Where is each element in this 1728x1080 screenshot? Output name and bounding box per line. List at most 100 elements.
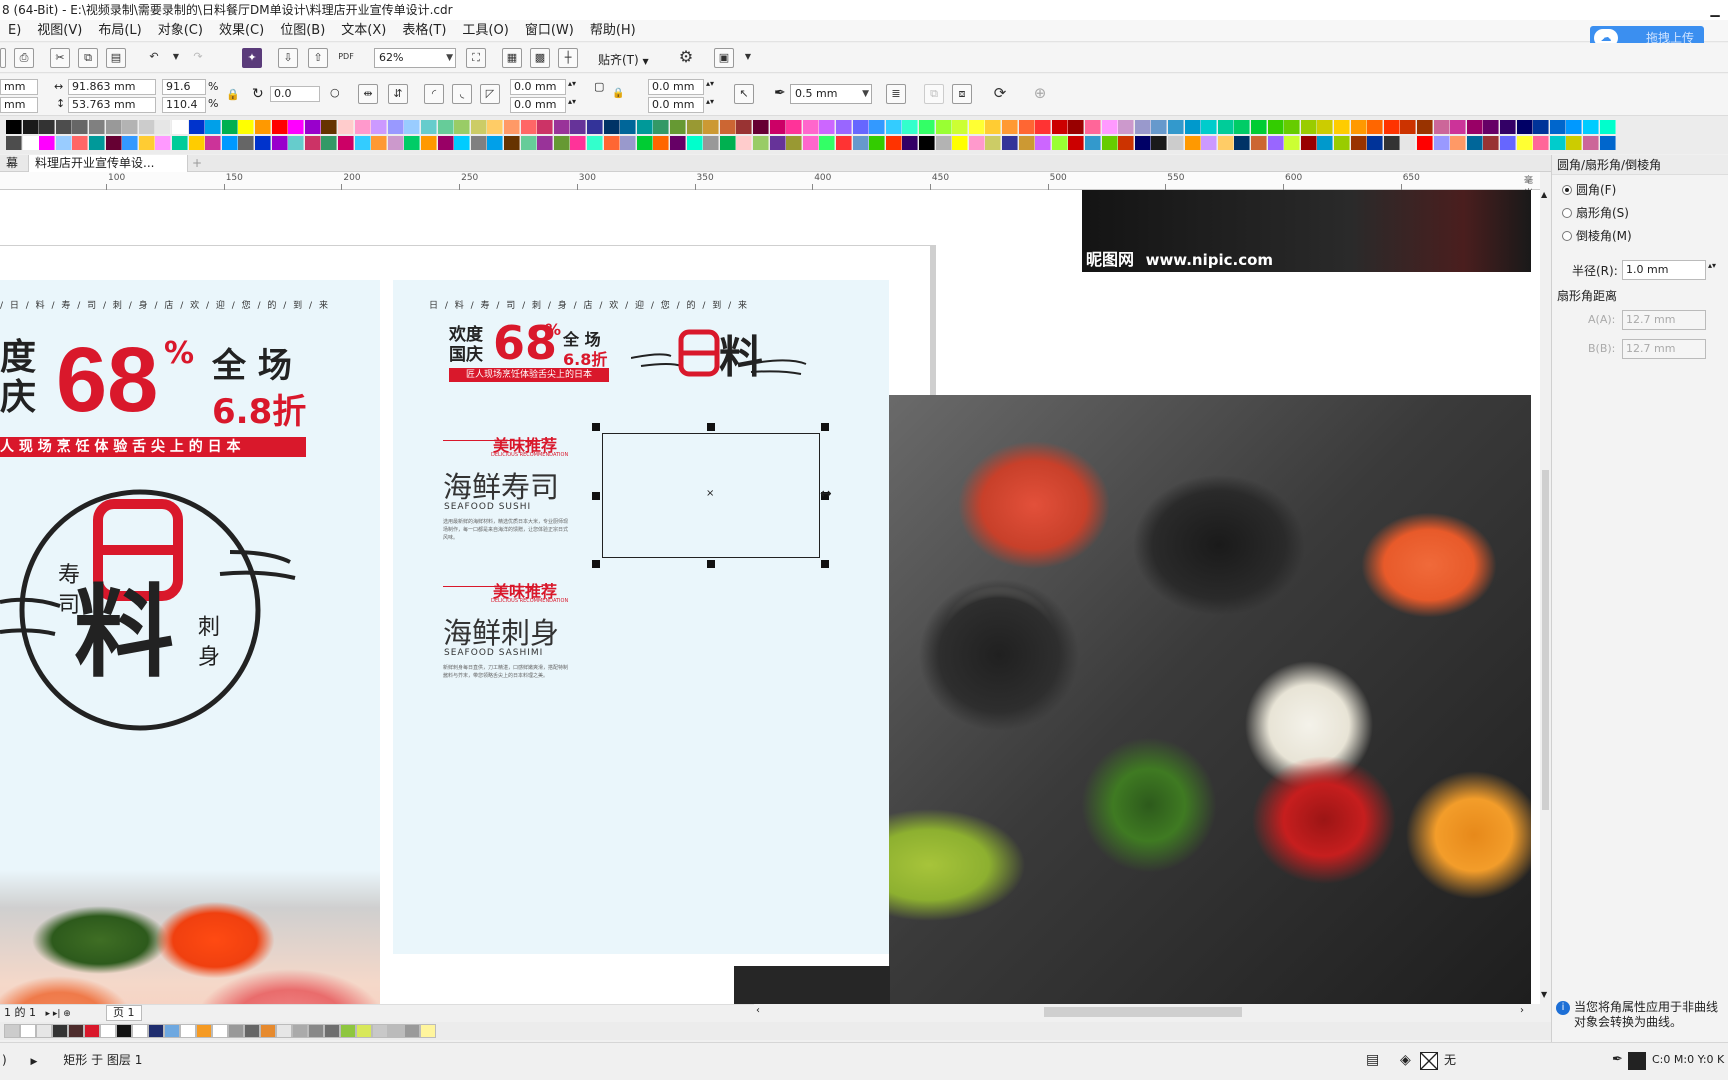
color-swatch[interactable] <box>421 136 437 150</box>
object-height-field[interactable]: 53.763 mm <box>68 97 156 113</box>
color-swatch[interactable] <box>520 136 537 150</box>
object-width-field[interactable]: 91.863 mm <box>68 79 156 95</box>
color-swatch[interactable] <box>89 136 105 150</box>
color-swatch[interactable] <box>603 136 620 150</box>
color-swatch[interactable] <box>1085 136 1101 150</box>
color-swatch[interactable] <box>354 120 371 134</box>
color-swatch[interactable] <box>902 136 919 150</box>
color-swatch[interactable] <box>1500 120 1516 134</box>
print-icon[interactable]: ⎙ <box>14 48 34 68</box>
color-swatch[interactable] <box>255 136 271 150</box>
spin-icon[interactable]: ▴▾ <box>706 79 714 88</box>
color-swatch[interactable] <box>1168 136 1184 150</box>
color-swatch[interactable] <box>1134 120 1151 134</box>
color-swatch[interactable] <box>1251 136 1267 150</box>
color-swatch[interactable] <box>1251 120 1267 134</box>
color-swatch[interactable] <box>786 120 803 134</box>
horizontal-ruler[interactable]: 100150200250300350400450500550600650毫米 <box>0 172 1540 199</box>
menu-object[interactable]: 对象(C) <box>150 20 211 42</box>
scale-x-field[interactable]: 91.6 <box>162 79 206 95</box>
scallop-corner-icon[interactable]: ◟ <box>452 84 472 104</box>
color-swatch[interactable] <box>454 120 471 134</box>
color-swatch[interactable] <box>437 120 454 134</box>
document-color-swatch[interactable] <box>4 1024 20 1038</box>
document-color-swatch[interactable] <box>276 1024 292 1038</box>
color-swatch[interactable] <box>1350 136 1367 150</box>
document-color-swatch[interactable] <box>20 1024 36 1038</box>
color-swatch[interactable] <box>736 120 753 134</box>
color-swatch[interactable] <box>1234 120 1251 134</box>
color-swatch[interactable] <box>1051 120 1068 134</box>
page-nav-arrows-icon[interactable]: ▸ ▸| ⊕ <box>46 1009 71 1019</box>
color-swatch[interactable] <box>1450 136 1467 150</box>
document-color-swatch[interactable] <box>116 1024 132 1038</box>
distance-b-input[interactable]: 12.7 mm <box>1622 339 1706 359</box>
color-swatch[interactable] <box>520 120 537 134</box>
color-swatch[interactable] <box>1566 120 1583 134</box>
color-swatch[interactable] <box>1101 136 1118 150</box>
window-minimize-icon[interactable]: ▁ <box>1708 0 1722 20</box>
color-swatch[interactable] <box>1300 136 1317 150</box>
color-swatch[interactable] <box>620 136 637 150</box>
color-swatch[interactable] <box>753 136 769 150</box>
color-swatch[interactable] <box>1002 136 1018 150</box>
corner-radius-bottom-left[interactable]: 0.0 mm <box>510 97 566 113</box>
lock-corners-icon[interactable]: 🔒 <box>612 88 624 99</box>
color-swatch[interactable] <box>703 136 720 150</box>
color-swatch[interactable] <box>387 120 404 134</box>
color-swatch[interactable] <box>852 120 869 134</box>
color-swatch[interactable] <box>304 120 321 134</box>
color-swatch[interactable] <box>437 136 454 150</box>
color-swatch[interactable] <box>1300 120 1317 134</box>
menu-layout[interactable]: 布局(L) <box>90 20 149 42</box>
color-swatch[interactable] <box>537 120 554 134</box>
radio-chamfer[interactable]: 倒棱角(M) <box>1562 227 1632 244</box>
color-swatch[interactable] <box>836 136 852 150</box>
document-color-swatch[interactable] <box>84 1024 100 1038</box>
menu-bitmaps[interactable]: 位图(B) <box>272 20 333 42</box>
color-swatch[interactable] <box>1334 120 1350 134</box>
color-swatch[interactable] <box>819 136 836 150</box>
color-swatch[interactable] <box>985 136 1002 150</box>
spin-icon[interactable]: ▴▾ <box>568 97 576 106</box>
color-swatch[interactable] <box>487 120 504 134</box>
page-tab[interactable]: 页 1 <box>106 1005 142 1021</box>
mirror-horizontal-icon[interactable]: ⇹ <box>358 84 378 104</box>
color-swatch[interactable] <box>39 120 56 134</box>
color-swatch[interactable] <box>636 136 653 150</box>
vertical-scroll-thumb[interactable] <box>1542 470 1549 810</box>
document-color-swatch[interactable] <box>324 1024 340 1038</box>
color-swatch[interactable] <box>1051 136 1068 150</box>
color-swatch[interactable] <box>769 136 786 150</box>
color-swatch[interactable] <box>321 136 338 150</box>
spin-icon[interactable]: ▴▾ <box>1708 261 1716 270</box>
color-swatch[interactable] <box>719 120 736 134</box>
outline-pen-icon[interactable]: ✒ <box>1612 1043 1623 1077</box>
color-swatch[interactable] <box>1433 120 1450 134</box>
color-swatch[interactable] <box>338 120 354 134</box>
color-swatch[interactable] <box>1334 136 1350 150</box>
color-swatch[interactable] <box>1383 120 1400 134</box>
y-position-field[interactable]: mm <box>0 97 38 113</box>
color-swatch[interactable] <box>454 136 471 150</box>
selection-handle[interactable] <box>821 423 829 431</box>
color-swatch[interactable] <box>321 120 338 134</box>
show-guidelines-icon[interactable]: ┼ <box>558 48 578 68</box>
document-color-swatch[interactable] <box>260 1024 276 1038</box>
color-swatch[interactable] <box>1267 120 1284 134</box>
color-swatch[interactable] <box>1549 136 1566 150</box>
to-back-icon[interactable]: ⧈ <box>952 84 972 104</box>
color-swatch[interactable] <box>1466 136 1483 150</box>
color-swatch[interactable] <box>288 136 305 150</box>
undo-dropdown-icon[interactable]: ▼ <box>166 48 186 68</box>
show-rulers-icon[interactable]: ▦ <box>502 48 522 68</box>
color-swatch[interactable] <box>221 136 238 150</box>
wrap-text-icon[interactable]: ≣ <box>886 84 906 104</box>
color-swatch[interactable] <box>1583 136 1599 150</box>
chamfer-corner-icon[interactable]: ◸ <box>480 84 500 104</box>
menu-tools[interactable]: 工具(O) <box>454 20 516 42</box>
color-swatch[interactable] <box>1367 136 1384 150</box>
color-swatch[interactable] <box>221 120 238 134</box>
color-swatch[interactable] <box>1433 136 1450 150</box>
document-color-swatch[interactable] <box>132 1024 148 1038</box>
